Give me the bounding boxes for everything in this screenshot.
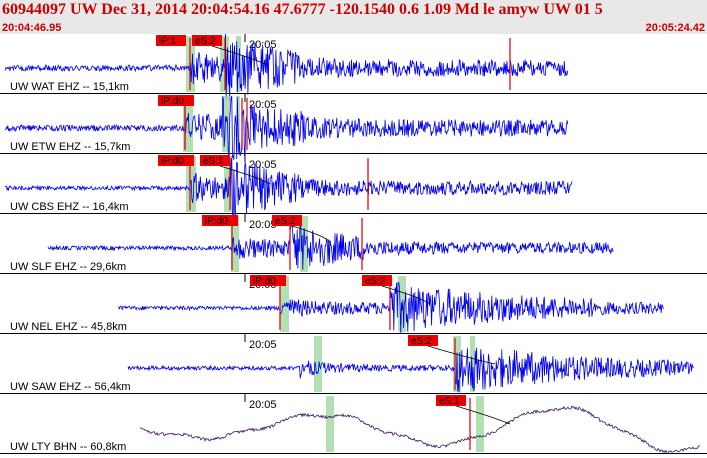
pick-label[interactable]: eS:2 (365, 276, 386, 287)
seismogram-canvas[interactable]: 20:05 iP:1 eS:2 UW WAT EHZ -- 15,1km 20:05 iP… (0, 34, 707, 458)
station-label: UW SAW EHZ -- 56,4km (10, 381, 131, 393)
seismogram-panel: 20:05 iP:1 eS:2 UW WAT EHZ -- 15,1km 20:05 iP… (0, 34, 707, 458)
waveform-trace (47, 221, 614, 270)
channel-row: 20:05iP:d0 eS:2UW SLF EHZ -- 29,6km (0, 214, 707, 274)
window-band (476, 396, 484, 452)
window-band (326, 396, 334, 452)
station-label: UW CBS EHZ -- 16,4km (10, 201, 129, 213)
start-time: 20:04:46.95 (2, 22, 62, 34)
channel-row: 20:05 eS:1 UW LTY BHN -- 60,8km (0, 394, 707, 455)
station-label: UW NEL EHZ -- 45,8km (10, 321, 127, 333)
station-label: UW ETW EHZ -- 15,7km (10, 141, 130, 153)
time-tick-label: 20:05 (249, 339, 277, 351)
event-header: 60944097 UW Dec 31, 2014 20:04:54.16 47.… (0, 0, 707, 34)
channel-row: 20:05iP:d0eS:2UW NEL EHZ -- 45,8km (0, 274, 707, 334)
pick-label[interactable]: iP:d0 (161, 96, 184, 107)
channel-row: 20:05iP:d0 eS:1UW CBS EHZ -- 16,4km (0, 154, 707, 222)
pick-label[interactable]: iP:1 (159, 36, 177, 47)
seismogram-viewer: 60944097 UW Dec 31, 2014 20:04:54.16 47.… (0, 0, 707, 458)
waveform-trace (139, 405, 701, 455)
pick-label[interactable]: eS:2 (411, 336, 432, 347)
time-tick-label: 20:05 (249, 399, 277, 411)
pick-label[interactable]: iP:d0 (253, 276, 276, 287)
pick-label[interactable]: eS:1 (439, 396, 460, 407)
waveform-trace (117, 281, 664, 334)
pick-label[interactable]: iP:d0 (205, 216, 228, 227)
event-title: 60944097 UW Dec 31, 2014 20:04:54.16 47.… (2, 1, 603, 18)
end-time: 20:05:24.42 (645, 22, 705, 34)
pick-label[interactable]: iP:d0 (161, 156, 184, 167)
channel-row: 20:05 eS:2 UW SAW EHZ -- 56,4km (0, 334, 707, 394)
waveform-trace (127, 347, 694, 393)
channel-row: 20:05iP:d0UW ETW EHZ -- 15,7km (0, 94, 707, 160)
pick-label[interactable]: eS:2 (195, 36, 216, 47)
station-label: UW WAT EHZ -- 15,1km (10, 81, 129, 93)
pick-label[interactable]: eS:1 (203, 156, 224, 167)
station-label: UW SLF EHZ -- 29,6km (10, 261, 126, 273)
channel-row: 20:05iP:1 eS:2UW WAT EHZ -- 15,1km (0, 34, 707, 102)
station-label: UW LTY BHN -- 60,8km (10, 441, 126, 453)
pick-label[interactable]: eS:2 (275, 216, 296, 227)
